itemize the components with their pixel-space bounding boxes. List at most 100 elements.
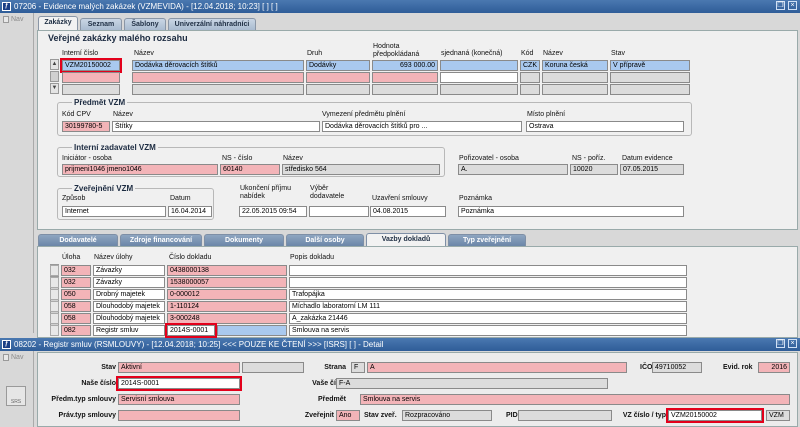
vazby-popis-dokladu[interactable]: Smlouva na servis: [289, 325, 687, 336]
close-icon[interactable]: ×: [788, 1, 797, 10]
evid-rok-field[interactable]: 2016: [758, 362, 790, 373]
row2-interni-cislo[interactable]: [62, 72, 120, 83]
stav-field[interactable]: Aktivní: [118, 362, 240, 373]
row3-kod[interactable]: [520, 84, 540, 95]
nav2-label[interactable]: Nav: [11, 354, 23, 361]
row2-kod[interactable]: [520, 72, 540, 83]
nase-cislo-field[interactable]: 2014S-0001: [116, 376, 242, 391]
predmet-vymezeni[interactable]: Dodávka děrovacích štítků pro ...: [322, 121, 522, 132]
row3-sjednana[interactable]: [440, 84, 518, 95]
row2-hodnota[interactable]: [372, 72, 438, 83]
ukonceni-field[interactable]: 22.05.2015 09:54: [239, 206, 307, 217]
row-hodnota[interactable]: 693 000.00: [372, 60, 438, 71]
predmet-field[interactable]: Smlouva na servis: [360, 394, 790, 405]
tab-univerzalni-nahradnici[interactable]: Univerzální náhradníci: [168, 18, 256, 30]
row3-druh[interactable]: [306, 84, 370, 95]
srs-button[interactable]: SRS: [6, 386, 26, 406]
scroll-track[interactable]: [50, 71, 59, 82]
row-interni-cislo[interactable]: VZM20150002: [60, 58, 122, 73]
vazby-nazev-ulohy[interactable]: Registr smluv: [93, 325, 165, 336]
strana-kod-field[interactable]: F: [351, 362, 365, 373]
row-indicator[interactable]: [50, 289, 59, 300]
row3-interni-cislo[interactable]: [62, 84, 120, 95]
row2-stav[interactable]: [610, 72, 690, 83]
ns-cislo-field[interactable]: 60140: [220, 164, 280, 175]
predmet-nazev[interactable]: Štítky: [112, 121, 320, 132]
zpusob-field[interactable]: Internet: [62, 206, 166, 217]
vazby-uloha[interactable]: 058: [61, 313, 91, 324]
vazby-nazev-ulohy[interactable]: Závazky: [93, 277, 165, 288]
tab-dodavatele[interactable]: Dodavatelé: [38, 234, 118, 246]
tab-sablony[interactable]: Šablony: [124, 18, 166, 30]
row-mena[interactable]: Koruna česká: [542, 60, 608, 71]
vazby-uloha[interactable]: 082: [61, 325, 91, 336]
nav-label[interactable]: Nav: [11, 16, 23, 23]
tab-dokumenty[interactable]: Dokumenty: [204, 234, 284, 246]
vazby-cislo-dokladu[interactable]: 0-000012: [167, 289, 287, 300]
vazby-uloha[interactable]: 050: [61, 289, 91, 300]
vase-cislo-field[interactable]: F-A: [336, 378, 608, 389]
scroll-up-icon[interactable]: ▲: [50, 59, 59, 70]
vazby-popis-dokladu[interactable]: Míchadlo laboratorní LM 111: [289, 301, 687, 312]
prav-typ-field[interactable]: [118, 410, 240, 421]
vazby-cislo-dokladu[interactable]: 2014S-0001: [165, 323, 217, 338]
vz-cislo-field[interactable]: VZM20150002: [666, 408, 764, 423]
vazby-selection[interactable]: [217, 325, 287, 336]
nav-panel[interactable]: Nav: [0, 13, 34, 333]
iniciator-field[interactable]: prijmeni1046 jmeno1046: [62, 164, 218, 175]
row-indicator[interactable]: [50, 325, 59, 336]
row-indicator[interactable]: [50, 265, 59, 276]
vazby-uloha[interactable]: 032: [61, 265, 91, 276]
zverejneni-datum-field[interactable]: 16.04.2014: [168, 206, 212, 217]
tab-zdroje-financovani[interactable]: Zdroje financování: [120, 234, 202, 246]
strana-field[interactable]: A: [367, 362, 627, 373]
pid-field[interactable]: [518, 410, 612, 421]
vazby-uloha[interactable]: 032: [61, 277, 91, 288]
row-indicator[interactable]: [50, 313, 59, 324]
zverejnit-field[interactable]: Ano: [336, 410, 360, 421]
scroll-down-icon[interactable]: ▼: [50, 83, 59, 94]
vazby-nazev-ulohy[interactable]: Závazky: [93, 265, 165, 276]
tab-typ-zverejneni[interactable]: Typ zveřejnění: [448, 234, 526, 246]
restore2-icon[interactable]: ❐: [776, 339, 785, 348]
predm-typ-field[interactable]: Servisní smlouva: [118, 394, 240, 405]
stav-zver-field[interactable]: Rozpracováno: [402, 410, 492, 421]
vazby-popis-dokladu[interactable]: Trafopájka: [289, 289, 687, 300]
porizovatel-field[interactable]: A.: [458, 164, 568, 175]
tab-seznam[interactable]: Seznam: [80, 18, 122, 30]
vazby-cislo-dokladu[interactable]: 3-000248: [167, 313, 287, 324]
row-indicator[interactable]: [50, 277, 59, 288]
row2-druh[interactable]: [306, 72, 370, 83]
row2-nazev[interactable]: [132, 72, 304, 83]
tab-zakazky[interactable]: Zakázky: [38, 16, 78, 30]
row-stav[interactable]: V přípravě: [610, 60, 690, 71]
row3-stav[interactable]: [610, 84, 690, 95]
predmet-misto[interactable]: Ostrava: [526, 121, 684, 132]
nav2-icon[interactable]: [3, 354, 9, 361]
row2-mena[interactable]: [542, 72, 608, 83]
vyber-field[interactable]: [309, 206, 369, 217]
window-title-bar[interactable]: ƒ 07206 - Evidence malých zakázek (VZMEV…: [0, 0, 800, 13]
row3-mena[interactable]: [542, 84, 608, 95]
vazby-nazev-ulohy[interactable]: Drobný majetek: [93, 289, 165, 300]
close2-icon[interactable]: ×: [788, 339, 797, 348]
row3-hodnota[interactable]: [372, 84, 438, 95]
vazby-popis-dokladu[interactable]: [289, 277, 687, 288]
vazby-uloha[interactable]: 058: [61, 301, 91, 312]
nav-icon[interactable]: [3, 16, 9, 23]
tab-vazby-dokladu[interactable]: Vazby dokladů: [366, 233, 446, 247]
row3-nazev[interactable]: [132, 84, 304, 95]
row-sjednana[interactable]: [440, 60, 518, 71]
restore-icon[interactable]: ❐: [776, 1, 785, 10]
row-kod[interactable]: CZK: [520, 60, 540, 71]
tab-dalsi-osoby[interactable]: Další osoby: [286, 234, 364, 246]
vazby-nazev-ulohy[interactable]: Dlouhodobý majetek: [93, 313, 165, 324]
datum-evidence-field[interactable]: 07.05.2015: [620, 164, 684, 175]
row-nazev[interactable]: Dodávka děrovacích štítků: [132, 60, 304, 71]
row-indicator[interactable]: [50, 301, 59, 312]
poznamka-field[interactable]: Poznámka: [458, 206, 684, 217]
stav-extra-field[interactable]: [242, 362, 304, 373]
row2-sjednana[interactable]: [440, 72, 518, 83]
vazby-popis-dokladu[interactable]: [289, 265, 687, 276]
vazby-popis-dokladu[interactable]: A_zakázka 21446: [289, 313, 687, 324]
